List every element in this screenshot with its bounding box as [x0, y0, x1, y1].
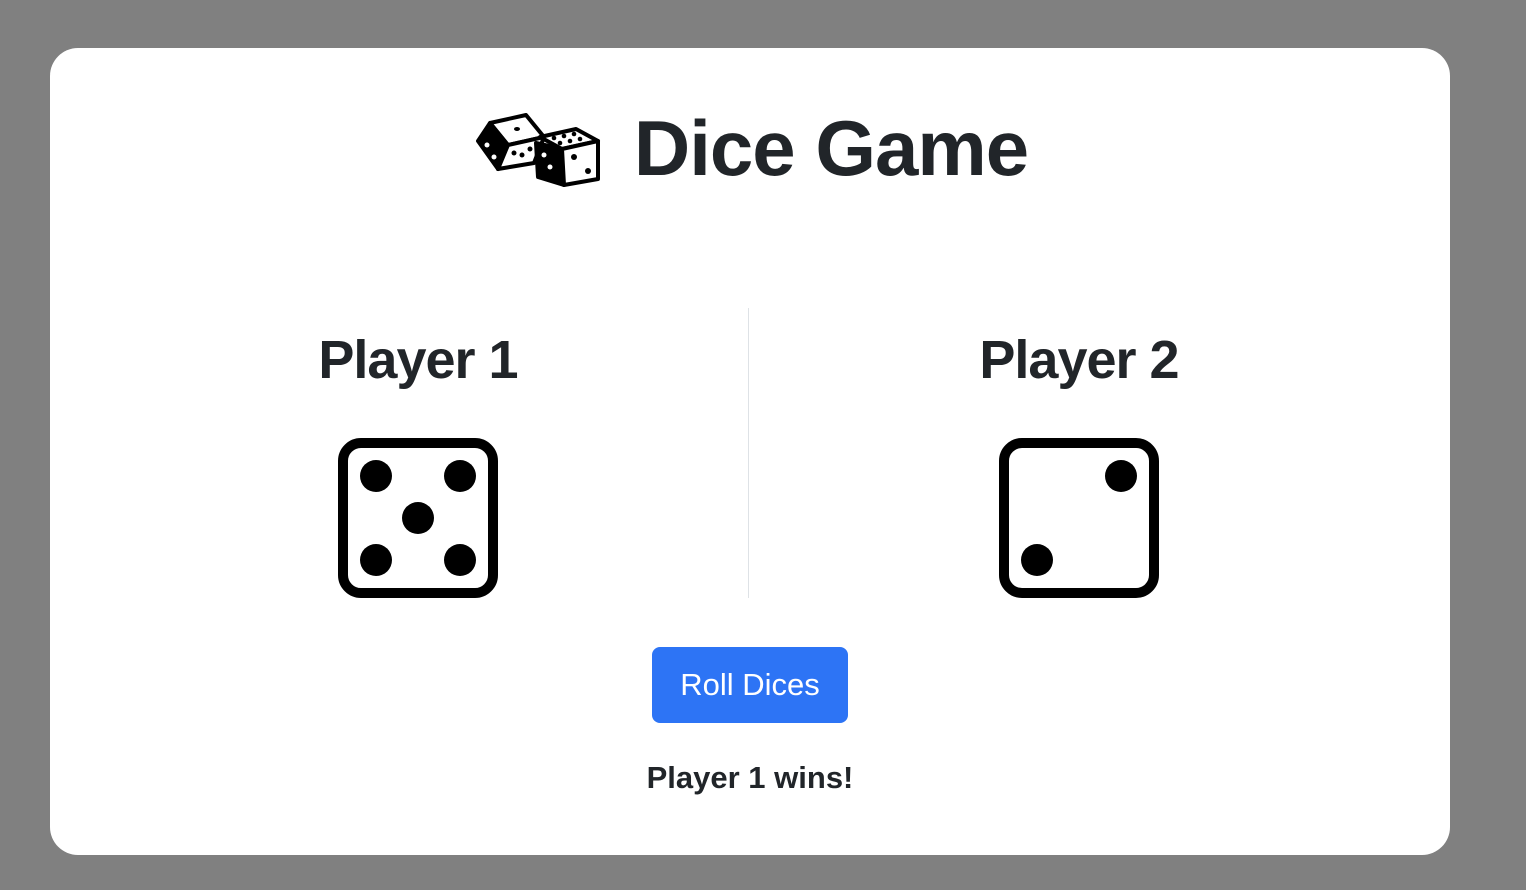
player-2-name: Player 2	[979, 330, 1179, 390]
page-title: Dice Game	[633, 104, 1029, 192]
result-message: Player 1 wins!	[646, 760, 854, 795]
die-face-5-icon	[338, 438, 498, 598]
header: Dice Game	[50, 107, 1450, 189]
dice-pair-icon	[475, 113, 600, 187]
player-1-panel: Player 1	[208, 328, 628, 598]
player-divider	[748, 308, 749, 598]
die-face-2-icon	[999, 438, 1159, 598]
player-2-panel: Player 2	[869, 328, 1289, 598]
roll-dices-button[interactable]: Roll Dices	[652, 647, 848, 723]
player-1-name: Player 1	[318, 330, 518, 390]
game-card: Dice Game Player 1 Player 2 Roll Dices P…	[50, 48, 1450, 855]
